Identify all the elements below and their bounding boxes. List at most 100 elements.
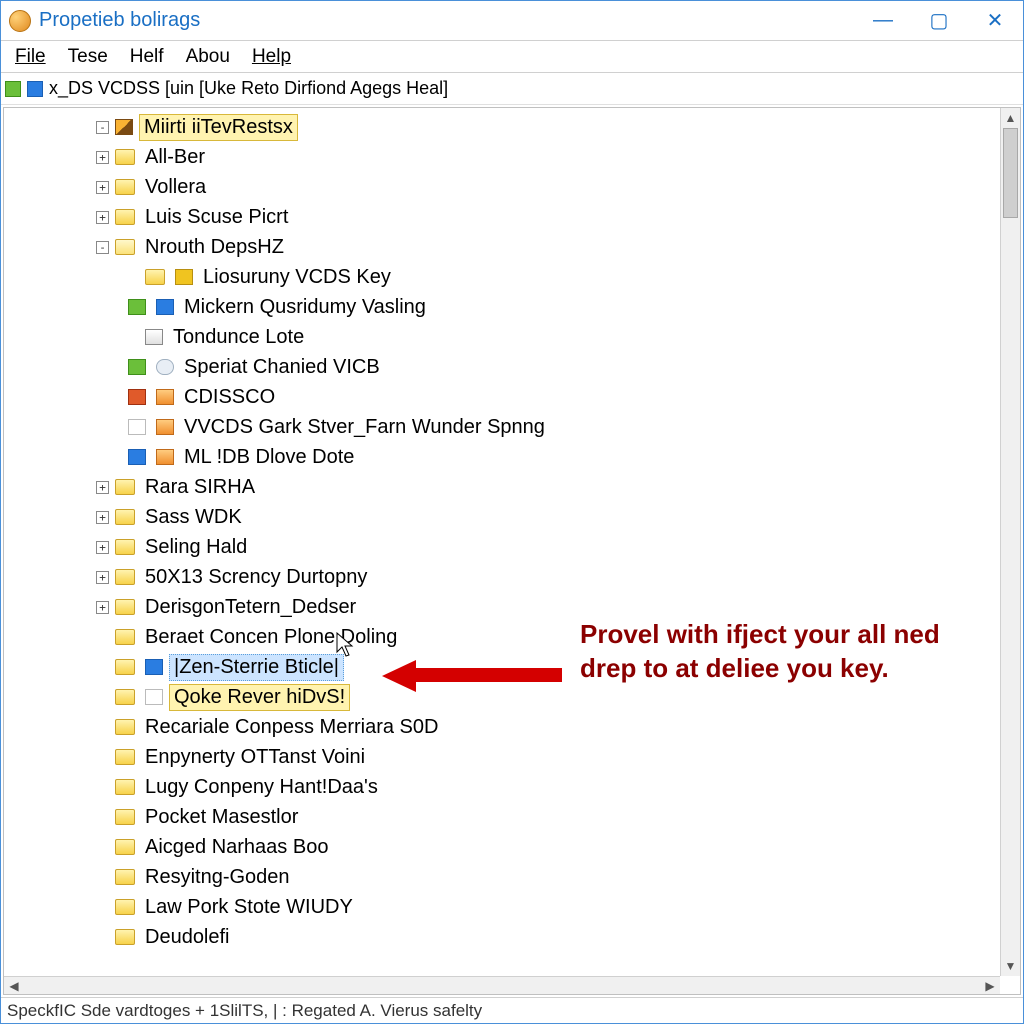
tree-label[interactable]: Recariale Conpess Merriara S0D [141, 715, 442, 740]
folder-icon [115, 599, 135, 615]
tree-item[interactable]: Aicged Narhaas Boo [4, 832, 1000, 862]
tree-label[interactable]: Rara SIRHA [141, 475, 259, 500]
folder-icon [115, 209, 135, 225]
expander-icon[interactable]: + [96, 181, 109, 194]
maximize-button[interactable]: ▢ [911, 1, 967, 41]
scroll-thumb[interactable] [1003, 128, 1018, 218]
folder-icon [115, 869, 135, 885]
tree-label[interactable]: Lugy Conpeny Hant!Daa's [141, 775, 382, 800]
tree-item[interactable]: + DerisgonTetern_Dedser [4, 592, 1000, 622]
tree-item[interactable]: Deudolefi [4, 922, 1000, 952]
tree-label[interactable]: Mickern Qusridumy Vasling [180, 295, 430, 320]
vertical-scrollbar[interactable]: ▲ ▼ [1000, 108, 1020, 976]
tree-label[interactable]: Liosuruny VCDS Key [199, 265, 395, 290]
tree-item[interactable]: + Rara SIRHA [4, 472, 1000, 502]
menu-help[interactable]: Help [242, 42, 301, 72]
pathbar[interactable]: x_DS VCDSS [uin [Uke Reto Dirfiond Agegs… [1, 73, 1023, 105]
folder-icon [115, 749, 135, 765]
scroll-right-icon[interactable]: ▶ [980, 977, 1000, 994]
tree-label[interactable]: Speriat Chanied VICB [180, 355, 384, 380]
tree-item[interactable]: CDISSCO [4, 382, 1000, 412]
expander-icon[interactable]: + [96, 571, 109, 584]
tree-label[interactable]: CDISSCO [180, 385, 279, 410]
scroll-up-icon[interactable]: ▲ [1001, 108, 1020, 128]
tree-label[interactable]: Nrouth DepsHZ [141, 235, 288, 260]
expander-icon[interactable]: - [96, 121, 109, 134]
content-pane: - Miirti iiTevRestsx + All-Ber + Vollera +… [3, 107, 1021, 995]
tree-label[interactable]: All-Ber [141, 145, 209, 170]
tree-item[interactable]: ML !DB Dlove Dote [4, 442, 1000, 472]
tree-item-yellow[interactable]: Qoke Rever hiDvS! [4, 682, 1000, 712]
tree-item[interactable]: Enpynerty OTTanst Voini [4, 742, 1000, 772]
tree-label[interactable]: Tondunce Lote [169, 325, 308, 350]
tree-item[interactable]: Beraet Concen Plone Doling [4, 622, 1000, 652]
tree-item[interactable]: Liosuruny VCDS Key [4, 262, 1000, 292]
tree-item[interactable]: + Luis Scuse Picrt [4, 202, 1000, 232]
tree-label[interactable]: Luis Scuse Picrt [141, 205, 292, 230]
tree-label[interactable]: DerisgonTetern_Dedser [141, 595, 360, 620]
expander-icon[interactable]: + [96, 481, 109, 494]
tree-item[interactable]: VVCDS Gark Stver_Farn Wunder Spnng [4, 412, 1000, 442]
close-button[interactable]: ✕ [967, 1, 1023, 41]
tree-label[interactable]: Qoke Rever hiDvS! [169, 684, 350, 711]
blue-icon [145, 659, 163, 675]
tree-label[interactable]: Enpynerty OTTanst Voini [141, 745, 369, 770]
scroll-down-icon[interactable]: ▼ [1001, 956, 1020, 976]
menu-file[interactable]: File [5, 42, 56, 72]
tree-label[interactable]: ML !DB Dlove Dote [180, 445, 358, 470]
tree-label[interactable]: Resyitng-Goden [141, 865, 294, 890]
tree-view[interactable]: - Miirti iiTevRestsx + All-Ber + Vollera +… [4, 108, 1000, 976]
tree-item[interactable]: Tondunce Lote [4, 322, 1000, 352]
tree-label[interactable]: |Zen-Sterrie Bticle| [169, 654, 344, 681]
tree-item[interactable]: + Vollera [4, 172, 1000, 202]
titlebar[interactable]: Propetieb bolirags — ▢ ✕ [1, 1, 1023, 41]
path-text: x_DS VCDSS [uin [Uke Reto Dirfiond Agegs… [49, 78, 448, 99]
expander-icon[interactable]: - [96, 241, 109, 254]
menubar: File Tese Helf Abou Help [1, 41, 1023, 73]
tree-label[interactable]: 50X13 Scrency Durtopny [141, 565, 371, 590]
minimize-button[interactable]: — [855, 1, 911, 41]
key-icon [175, 269, 193, 285]
menu-helf[interactable]: Helf [120, 42, 174, 72]
tree-item-blue[interactable]: |Zen-Sterrie Bticle| [4, 652, 1000, 682]
expander-icon[interactable]: + [96, 151, 109, 164]
doc-icon [145, 329, 163, 345]
tree-label[interactable]: Aicged Narhaas Boo [141, 835, 332, 860]
tree-item[interactable]: Resyitng-Goden [4, 862, 1000, 892]
tree-label[interactable]: Seling Hald [141, 535, 251, 560]
menu-abou[interactable]: Abou [176, 42, 240, 72]
tree-label[interactable]: Pocket Masestlor [141, 805, 302, 830]
tree-item[interactable]: Lugy Conpeny Hant!Daa's [4, 772, 1000, 802]
expander-icon[interactable]: + [96, 211, 109, 224]
expander-icon[interactable]: + [96, 601, 109, 614]
tree-label[interactable]: Vollera [141, 175, 210, 200]
scroll-left-icon[interactable]: ◀ [4, 977, 24, 994]
tree-label[interactable]: Law Pork Stote WIUDY [141, 895, 357, 920]
tree-item[interactable]: Pocket Masestlor [4, 802, 1000, 832]
folder-icon [115, 839, 135, 855]
expander-icon[interactable]: + [96, 511, 109, 524]
folder-icon [115, 479, 135, 495]
tree-item[interactable]: + Sass WDK [4, 502, 1000, 532]
tree-label[interactable]: Beraet Concen Plone Doling [141, 625, 401, 650]
tree-label[interactable]: Miirti iiTevRestsx [139, 114, 298, 141]
tree-item[interactable]: +50X13 Scrency Durtopny [4, 562, 1000, 592]
tree-item[interactable]: + Seling Hald [4, 532, 1000, 562]
tree-item[interactable]: Law Pork Stote WIUDY [4, 892, 1000, 922]
tree-item[interactable]: + All-Ber [4, 142, 1000, 172]
tree-label[interactable]: Sass WDK [141, 505, 246, 530]
window-title: Propetieb bolirags [39, 9, 855, 32]
cloud-icon [156, 359, 174, 375]
horizontal-scrollbar[interactable]: ◀ ▶ [4, 976, 1000, 994]
menu-tese[interactable]: Tese [58, 42, 118, 72]
tree-label[interactable]: Deudolefi [141, 925, 234, 950]
tree-item[interactable]: - Nrouth DepsHZ [4, 232, 1000, 262]
folder-icon [115, 659, 135, 675]
tree-label[interactable]: VVCDS Gark Stver_Farn Wunder Spnng [180, 415, 549, 440]
tree-item-root[interactable]: - Miirti iiTevRestsx [4, 112, 1000, 142]
expander-icon[interactable]: + [96, 541, 109, 554]
folder-icon [115, 779, 135, 795]
tree-item[interactable]: Recariale Conpess Merriara S0D [4, 712, 1000, 742]
tree-item[interactable]: Speriat Chanied VICB [4, 352, 1000, 382]
tree-item[interactable]: Mickern Qusridumy Vasling [4, 292, 1000, 322]
